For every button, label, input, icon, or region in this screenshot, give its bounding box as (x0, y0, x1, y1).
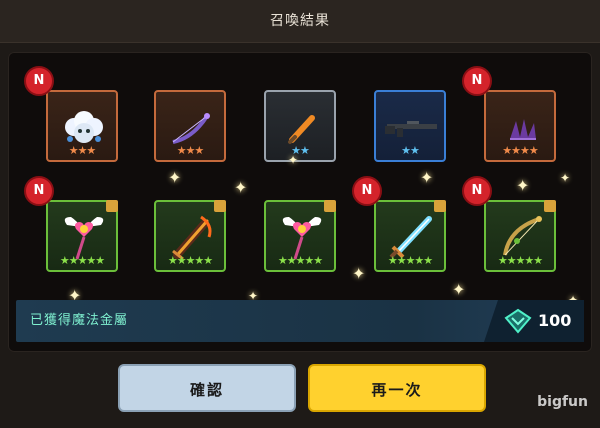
star-rating: ★★ (401, 144, 420, 157)
result-slot-4[interactable]: ★★ (374, 90, 446, 162)
equip-corner-icon (544, 200, 556, 212)
reward-count: 100 (538, 311, 572, 330)
sparkle-icon: ✦ (560, 171, 571, 185)
star-rating: ★★★★★ (59, 254, 105, 267)
result-slot-3[interactable]: ★★ (264, 90, 336, 162)
result-slot-8[interactable]: ★★★★★ (264, 200, 336, 272)
watermark-logo: bigfun (537, 394, 588, 410)
reward-banner: 已獲得魔法金屬 100 (16, 300, 584, 342)
reward-count-box: 100 (484, 300, 584, 342)
window-title: 召喚結果 (270, 13, 330, 29)
star-rating: ★★★★★ (167, 254, 213, 267)
new-badge: N (24, 66, 54, 96)
star-rating: ★★★ (176, 144, 205, 157)
sparkle-icon: ✦ (352, 264, 366, 283)
star-rating: ★★★★★ (387, 254, 433, 267)
sparkle-icon: ✦ (452, 280, 466, 299)
reward-text: 已獲得魔法金屬 (30, 313, 129, 328)
result-slot-1[interactable]: ★★★ (46, 90, 118, 162)
result-slot-2[interactable]: ★★★ (154, 90, 226, 162)
new-badge: N (462, 66, 492, 96)
star-rating: ★★★★ (502, 144, 538, 157)
sparkle-icon: ✦ (288, 153, 299, 167)
equip-corner-icon (324, 200, 336, 212)
title-bar: 召喚結果 (0, 0, 600, 43)
star-rating: ★★★ (68, 144, 97, 157)
new-badge: N (24, 176, 54, 206)
sparkle-icon: ✦ (234, 178, 248, 197)
summon-results-window: 召喚結果 ★★★ N ★★★ ★★ ★★ ★★★★ N ★★★★★ N ★★★★… (0, 0, 600, 428)
equip-corner-icon (214, 200, 226, 212)
star-rating: ★★ (291, 144, 310, 157)
result-slot-6[interactable]: ★★★★★ (46, 200, 118, 272)
sparkle-icon: ✦ (420, 168, 434, 187)
magic-metal-gem-icon (504, 308, 532, 334)
new-badge: N (462, 176, 492, 206)
summon-again-button[interactable]: 再一次 (308, 364, 486, 412)
result-slot-5[interactable]: ★★★★ (484, 90, 556, 162)
star-rating: ★★★★★ (277, 254, 323, 267)
sparkle-icon: ✦ (168, 168, 182, 187)
result-slot-10[interactable]: ★★★★★ (484, 200, 556, 272)
equip-corner-icon (434, 200, 446, 212)
result-slot-7[interactable]: ★★★★★ (154, 200, 226, 272)
new-badge: N (352, 176, 382, 206)
equip-corner-icon (106, 200, 118, 212)
star-rating: ★★★★★ (497, 254, 543, 267)
result-slot-9[interactable]: ★★★★★ (374, 200, 446, 272)
confirm-button[interactable]: 確認 (118, 364, 296, 412)
sparkle-icon: ✦ (516, 176, 530, 195)
